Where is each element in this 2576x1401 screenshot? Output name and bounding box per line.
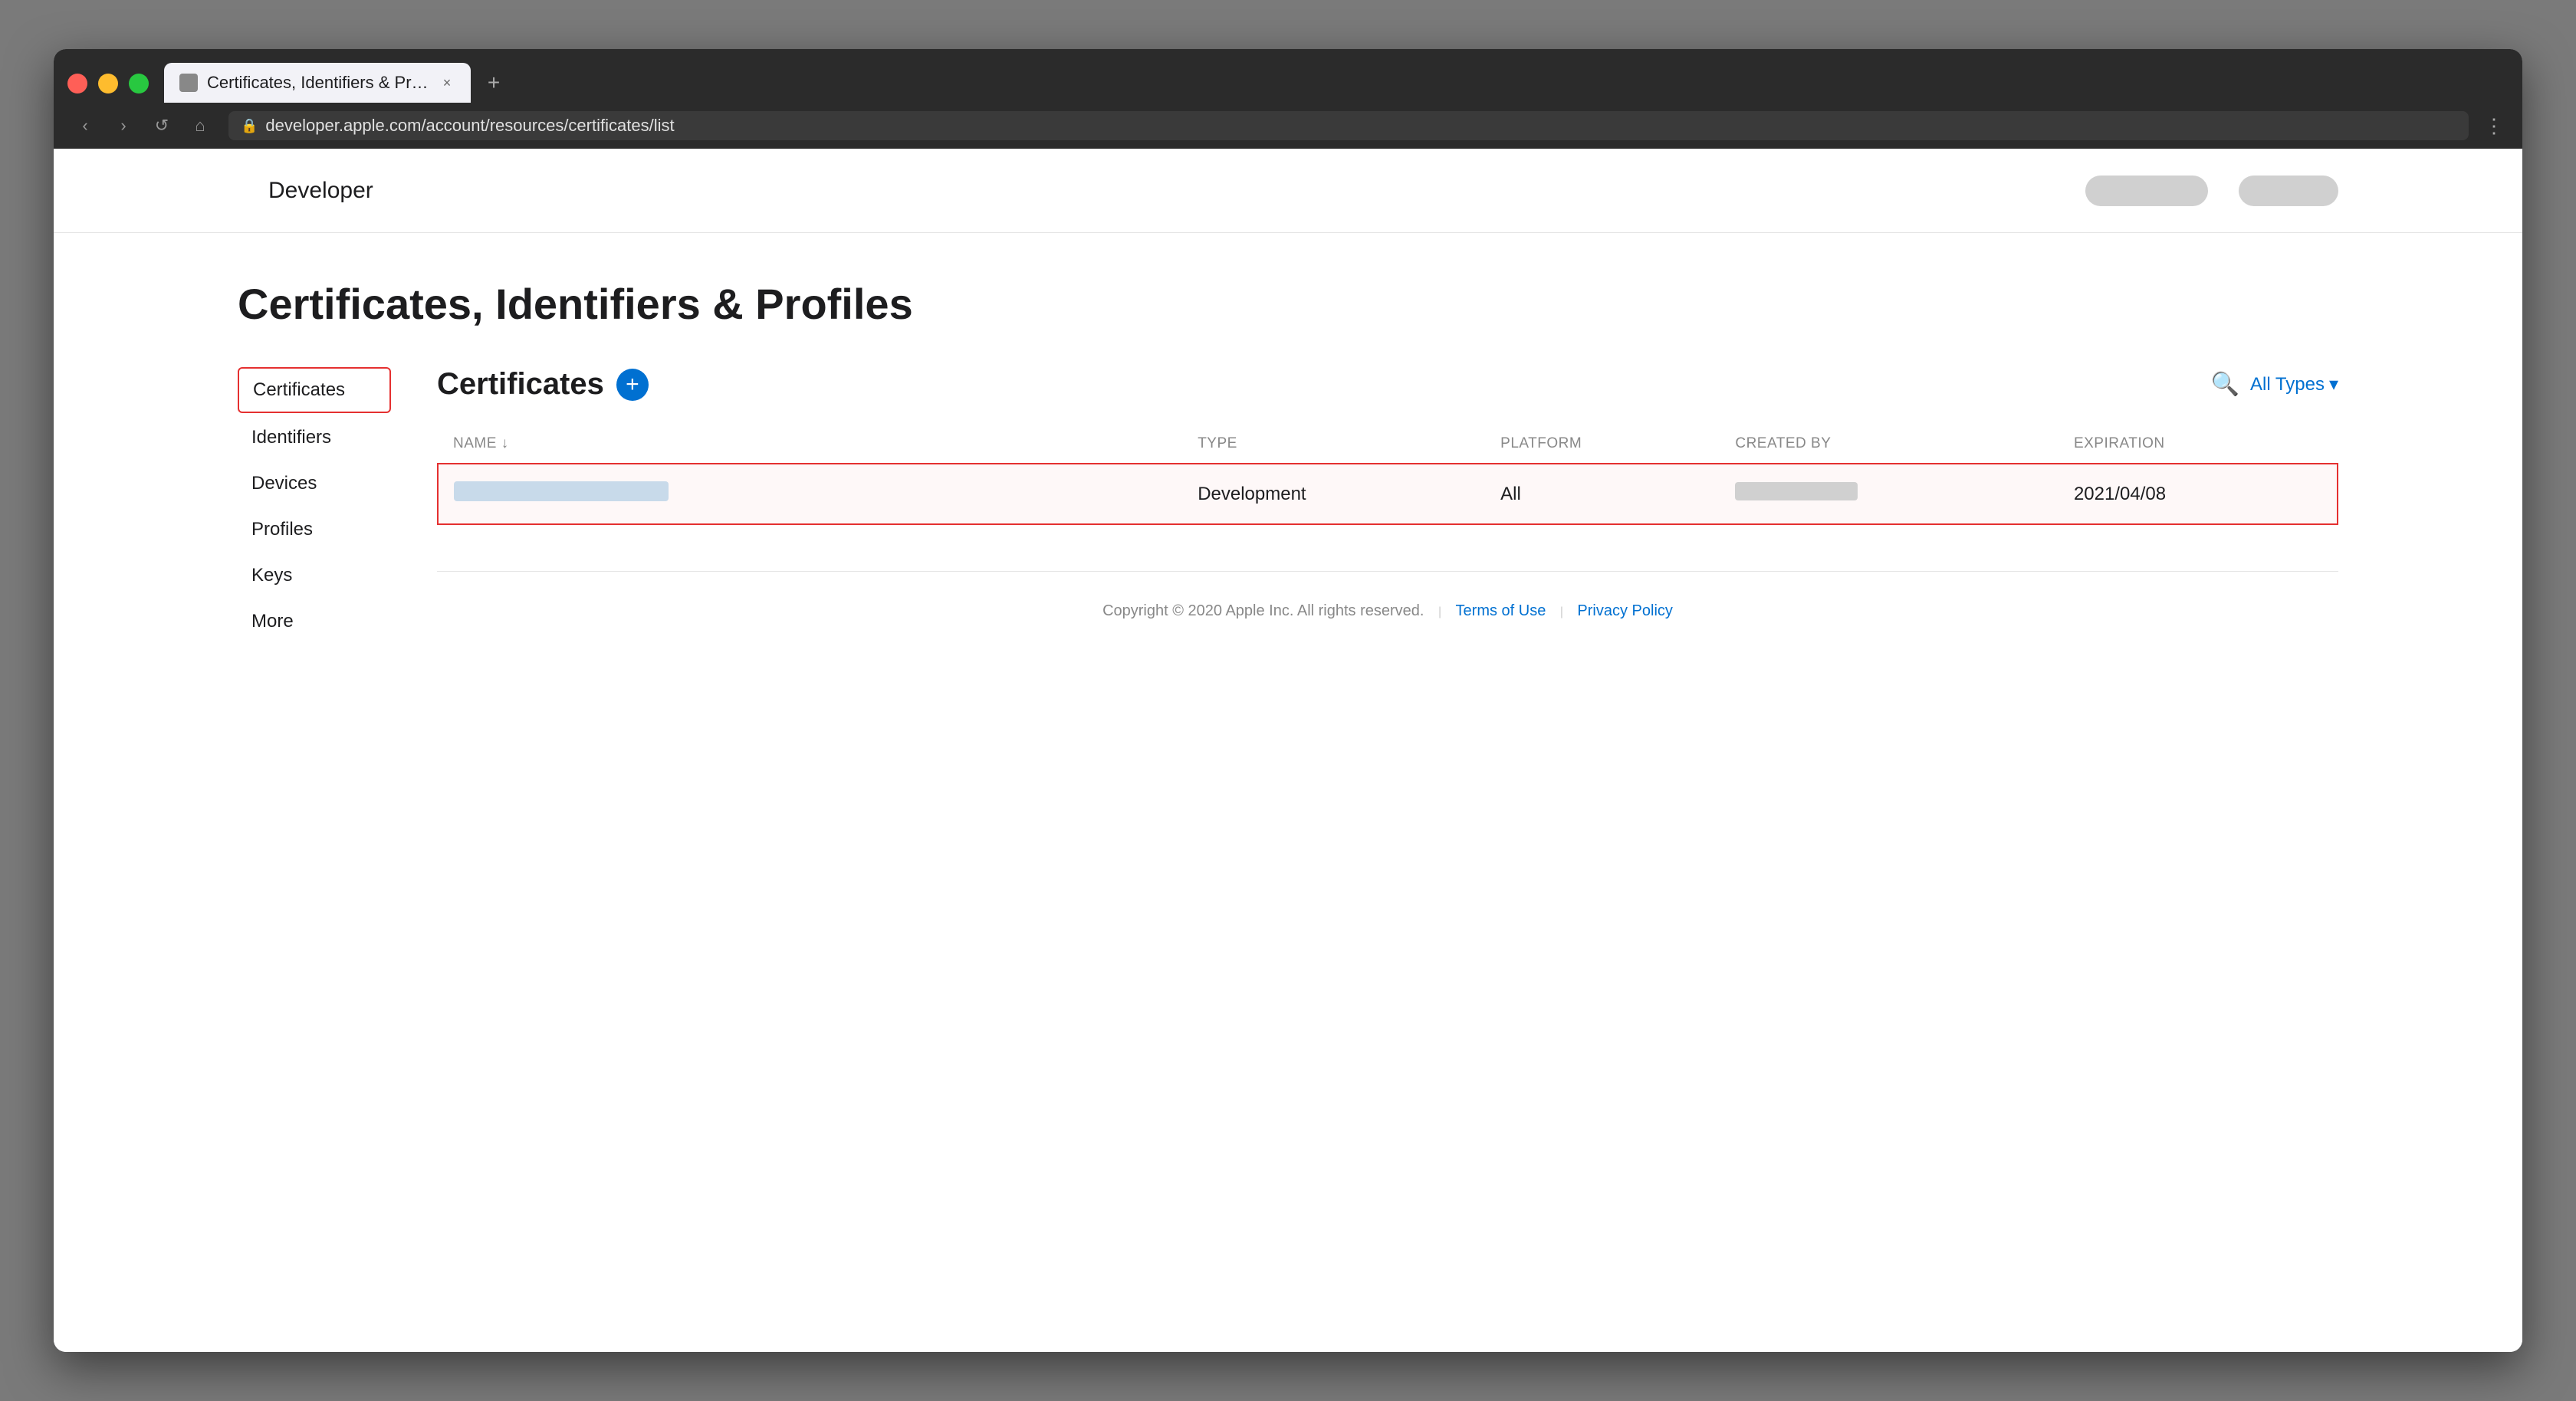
certificates-table: NAME ↓ TYPE PLATFORM CREATED BY EXPIRATI…: [437, 425, 2338, 525]
top-nav: Developer: [54, 149, 2522, 233]
copyright-text: Copyright © 2020 Apple Inc. All rights r…: [1102, 602, 1424, 619]
name-placeholder: [454, 481, 669, 501]
cell-expiration: 2021/04/08: [2074, 464, 2338, 524]
window-controls: [67, 74, 149, 103]
active-tab[interactable]: Certificates, Identifiers & Profile… ×: [164, 63, 471, 103]
cell-created-by: [1735, 464, 2074, 524]
nav-buttons: ‹ › ↺ ⌂: [72, 113, 213, 139]
add-certificate-button[interactable]: +: [616, 369, 649, 401]
section-title: Certificates: [437, 367, 604, 402]
col-type: TYPE: [1198, 425, 1500, 464]
nav-pill-1: [2085, 176, 2208, 206]
url-text: developer.apple.com/account/resources/ce…: [265, 116, 674, 136]
tab-favicon: [179, 74, 198, 92]
home-button[interactable]: ⌂: [187, 113, 213, 139]
section-header: Certificates + 🔍 All Types ▾: [437, 367, 2338, 402]
maximize-control[interactable]: [129, 74, 149, 94]
minimize-control[interactable]: [98, 74, 118, 94]
privacy-policy-link[interactable]: Privacy Policy: [1577, 602, 1672, 619]
col-expiration: EXPIRATION: [2074, 425, 2338, 464]
tab-close-button[interactable]: ×: [439, 74, 455, 91]
tab-title: Certificates, Identifiers & Profile…: [207, 73, 429, 93]
cell-type: Development: [1198, 464, 1500, 524]
col-created-by: CREATED BY: [1735, 425, 2074, 464]
sidebar-item-more[interactable]: More: [238, 600, 391, 643]
page-footer: Copyright © 2020 Apple Inc. All rights r…: [437, 571, 2338, 651]
sidebar-item-certificates[interactable]: Certificates: [238, 367, 391, 413]
new-tab-button[interactable]: +: [478, 72, 509, 103]
page-title: Certificates, Identifiers & Profiles: [238, 279, 2338, 329]
table-header-row: NAME ↓ TYPE PLATFORM CREATED BY EXPIRATI…: [438, 425, 2338, 464]
nav-pill-2: [2239, 176, 2338, 206]
address-field[interactable]: 🔒 developer.apple.com/account/resources/…: [228, 111, 2469, 140]
all-types-filter[interactable]: All Types ▾: [2250, 373, 2338, 395]
browser-menu-button[interactable]: ⋮: [2484, 114, 2504, 138]
footer-divider-2: |: [1560, 605, 1563, 618]
browser-chrome: Certificates, Identifiers & Profile… × +…: [54, 49, 2522, 149]
address-bar-row: ‹ › ↺ ⌂ 🔒 developer.apple.com/account/re…: [54, 103, 2522, 149]
sidebar: Certificates Identifiers Devices Profile…: [238, 367, 406, 1306]
lock-icon: 🔒: [241, 118, 258, 134]
tab-bar: Certificates, Identifiers & Profile… × +: [54, 49, 2522, 103]
main-content: Certificates + 🔍 All Types ▾: [406, 367, 2338, 1306]
sidebar-item-identifiers[interactable]: Identifiers: [238, 416, 391, 459]
section-title-group: Certificates +: [437, 367, 649, 402]
forward-button[interactable]: ›: [110, 113, 136, 139]
created-placeholder: [1735, 482, 1858, 500]
close-control[interactable]: [67, 74, 87, 94]
sidebar-item-profiles[interactable]: Profiles: [238, 508, 391, 551]
terms-of-use-link[interactable]: Terms of Use: [1456, 602, 1546, 619]
brand-text: Developer: [268, 178, 373, 204]
content-layout: Certificates Identifiers Devices Profile…: [238, 367, 2338, 1306]
col-name: NAME ↓: [438, 425, 1198, 464]
filter-group: 🔍 All Types ▾: [2211, 371, 2338, 398]
sidebar-item-keys[interactable]: Keys: [238, 554, 391, 597]
page-content: Developer Certificates, Identifiers & Pr…: [54, 149, 2522, 1352]
main-area: Certificates, Identifiers & Profiles Cer…: [54, 233, 2522, 1352]
col-platform: PLATFORM: [1500, 425, 1735, 464]
reload-button[interactable]: ↺: [149, 113, 175, 139]
cell-platform: All: [1500, 464, 1735, 524]
search-icon[interactable]: 🔍: [2211, 371, 2239, 398]
browser-window: Certificates, Identifiers & Profile… × +…: [54, 49, 2522, 1352]
footer-divider-1: |: [1438, 605, 1441, 618]
back-button[interactable]: ‹: [72, 113, 98, 139]
cell-name: [438, 464, 1198, 524]
sidebar-item-devices[interactable]: Devices: [238, 462, 391, 505]
table-row[interactable]: Development All 2021/04/08: [438, 464, 2338, 524]
